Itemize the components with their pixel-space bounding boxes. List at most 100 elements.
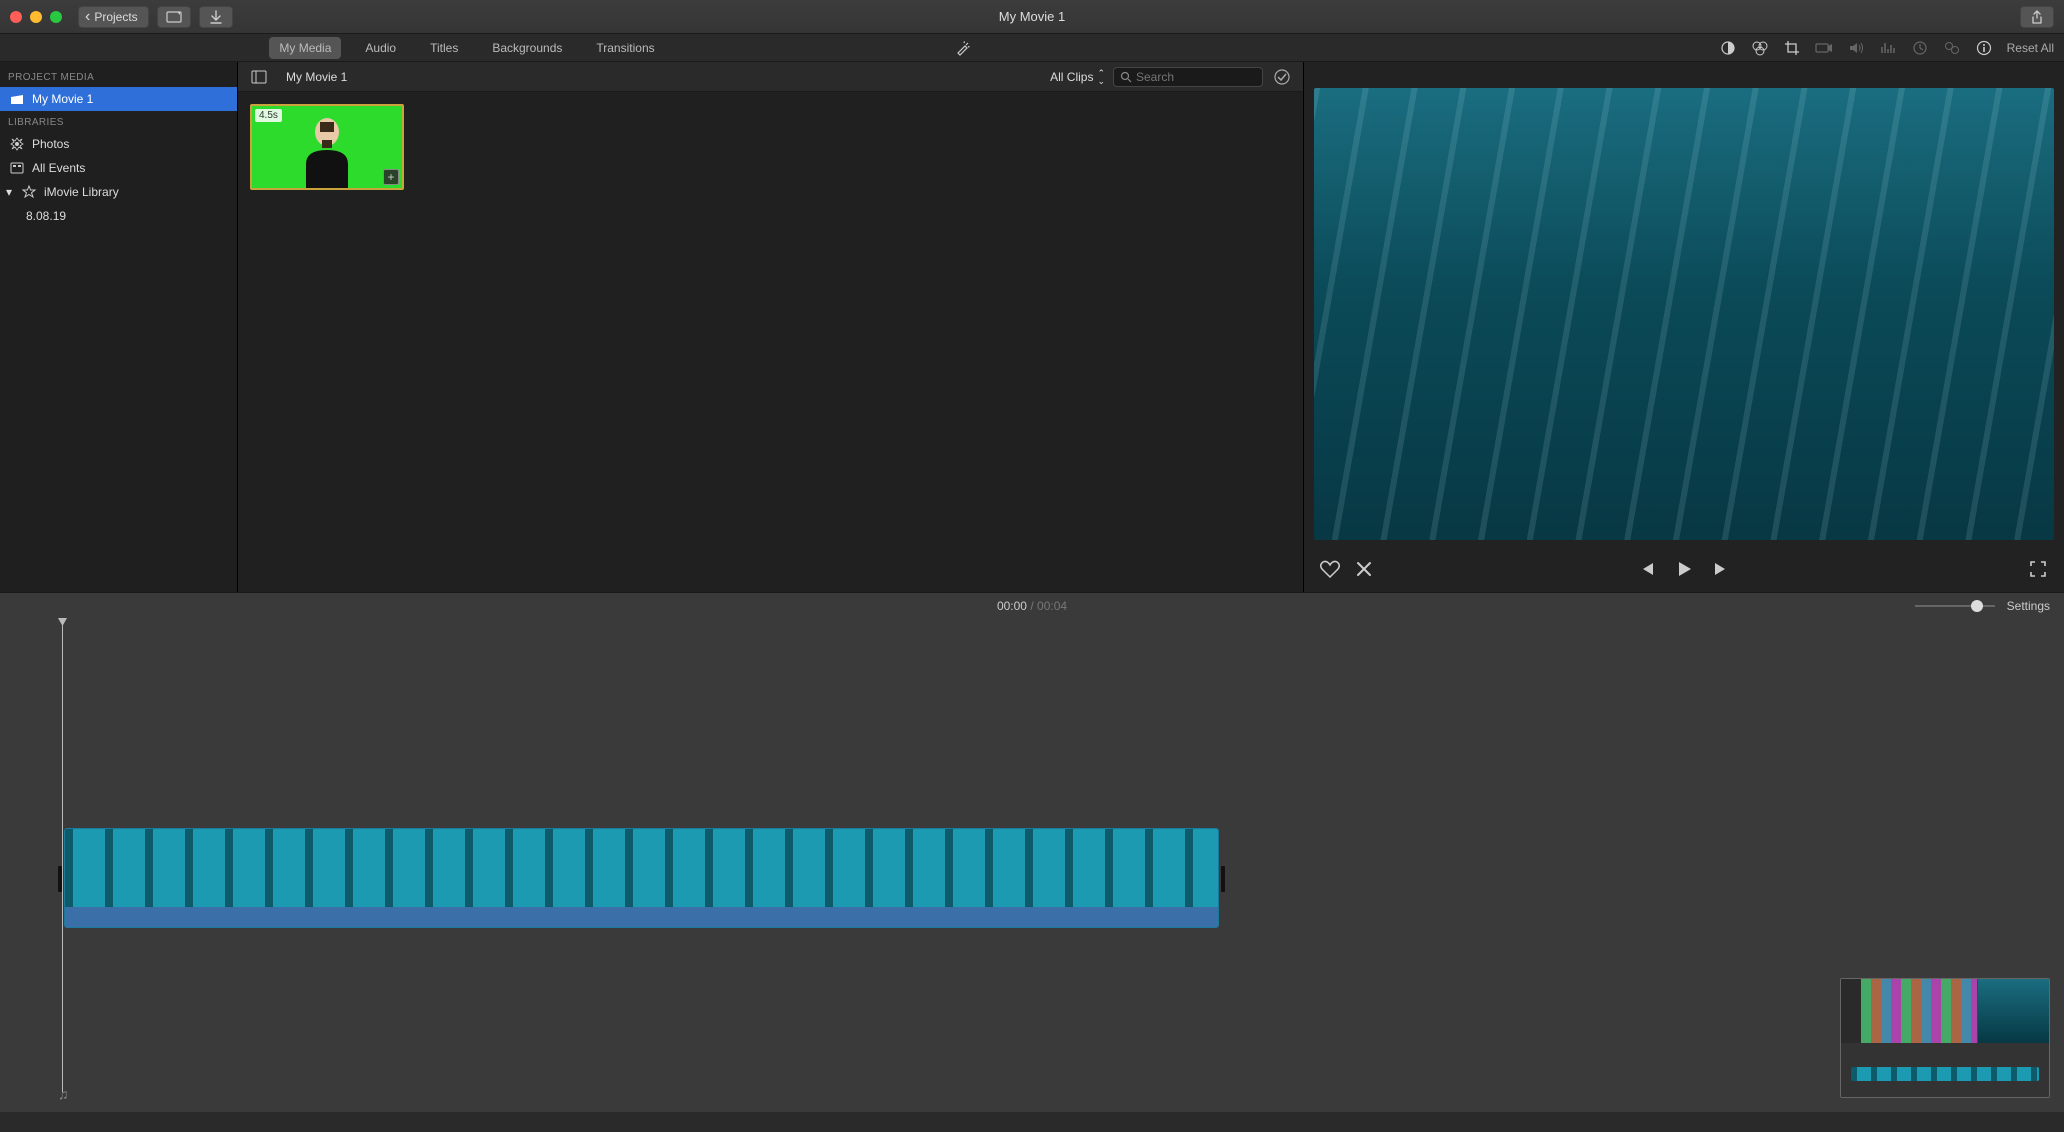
sidebar-item-library-event[interactable]: 8.08.19 (0, 204, 237, 228)
fullscreen-icon[interactable] (2028, 559, 2048, 579)
picture-in-picture-preview[interactable] (1840, 978, 2050, 1098)
tab-transitions[interactable]: Transitions (586, 37, 664, 59)
viewer-controls-left (1320, 559, 1374, 579)
previous-frame-icon[interactable] (1636, 559, 1656, 579)
projects-back-button[interactable]: Projects (78, 6, 149, 28)
disclosure-triangle-icon[interactable]: ▾ (4, 185, 14, 199)
sidebar: PROJECT MEDIA My Movie 1 LIBRARIES Photo… (0, 62, 238, 592)
content-appearance-button[interactable] (1271, 66, 1293, 88)
timeline[interactable]: ♫ (0, 618, 2064, 1112)
clip-filter-dropdown[interactable]: All Clips ⌃⌄ (1050, 69, 1105, 85)
mini-browser (1861, 979, 1977, 1043)
sidebar-item-label: 8.08.19 (26, 209, 66, 223)
reset-all-button[interactable]: Reset All (2007, 41, 2054, 55)
chevron-updown-icon: ⌃⌄ (1097, 69, 1105, 85)
sidebar-item-label: Photos (32, 137, 69, 151)
timeline-settings-button[interactable]: Settings (2007, 599, 2050, 613)
title-bar: Projects My Movie 1 (0, 0, 2064, 34)
timecode-current: 00:00 (997, 599, 1027, 613)
import-media-button[interactable] (157, 6, 191, 28)
secondary-toolbar: My Media Audio Titles Backgrounds Transi… (0, 34, 2064, 62)
info-icon[interactable] (1975, 39, 1993, 57)
media-browser: My Movie 1 All Clips ⌃⌄ 4.5s + (238, 62, 1304, 592)
tab-backgrounds[interactable]: Backgrounds (482, 37, 572, 59)
search-input[interactable] (1136, 70, 1256, 84)
color-balance-icon[interactable] (1719, 39, 1737, 57)
person-silhouette (292, 114, 362, 190)
content-tabs: My Media Audio Titles Backgrounds Transi… (0, 37, 934, 59)
tab-audio[interactable]: Audio (355, 37, 406, 59)
sidebar-item-project[interactable]: My Movie 1 (0, 87, 237, 111)
enhance-icon[interactable] (954, 39, 972, 57)
star-icon (22, 185, 36, 199)
sidebar-item-label: iMovie Library (44, 185, 119, 199)
preview-viewport[interactable] (1314, 88, 2054, 540)
viewer-controls-right (2028, 559, 2048, 579)
clip-duration-badge: 4.5s (255, 109, 282, 122)
browser-header-right: All Clips ⌃⌄ (1050, 66, 1293, 88)
zoom-window-button[interactable] (50, 11, 62, 23)
adjustment-tools (1719, 39, 1993, 57)
clip-filter-label: All Clips (1050, 70, 1093, 84)
toolbar-left: Projects (78, 6, 233, 28)
mini-timeline (1841, 1043, 2049, 1098)
share-button[interactable] (2020, 6, 2054, 28)
sidebar-item-photos[interactable]: Photos (0, 132, 237, 156)
close-window-button[interactable] (10, 11, 22, 23)
viewer-panel (1304, 62, 2064, 592)
clip-trim-handle-left[interactable] (58, 866, 62, 892)
favorite-icon[interactable] (1320, 559, 1340, 579)
media-clip-thumbnail[interactable]: 4.5s + (250, 104, 404, 190)
projects-label: Projects (94, 10, 137, 24)
browser-header: My Movie 1 All Clips ⌃⌄ (238, 62, 1303, 92)
timecode-display: 00:00 / 00:04 (997, 599, 1067, 613)
clapperboard-icon (10, 92, 24, 106)
all-events-icon (10, 161, 24, 175)
zoom-track (1915, 605, 1995, 607)
color-correction-icon[interactable] (1751, 39, 1769, 57)
sidebar-item-label: My Movie 1 (32, 92, 93, 106)
tab-my-media[interactable]: My Media (269, 37, 341, 59)
zoom-knob[interactable] (1971, 600, 1983, 612)
timeline-header-right: Settings (1915, 599, 2050, 613)
add-clip-icon[interactable]: + (383, 169, 399, 185)
reject-icon[interactable] (1354, 559, 1374, 579)
clip-trim-handle-right[interactable] (1221, 866, 1225, 892)
search-icon (1120, 71, 1132, 83)
minimize-window-button[interactable] (30, 11, 42, 23)
timeline-clip[interactable] (64, 828, 1219, 928)
timeline-header: 00:00 / 00:04 Settings (0, 592, 2064, 618)
sidebar-item-all-events[interactable]: All Events (0, 156, 237, 180)
photos-icon (10, 137, 24, 151)
sidebar-item-imovie-library[interactable]: ▾ iMovie Library (0, 180, 237, 204)
search-box[interactable] (1113, 67, 1263, 87)
clip-audio-track (65, 907, 1218, 928)
toggle-sidebar-icon[interactable] (248, 66, 270, 88)
zoom-slider[interactable] (1915, 600, 1995, 612)
playhead[interactable] (62, 622, 63, 1092)
tab-titles[interactable]: Titles (420, 37, 468, 59)
adjust-toolbar: Reset All (944, 39, 2064, 57)
mini-clip (1851, 1067, 2039, 1081)
libraries-header: LIBRARIES (0, 111, 237, 132)
mini-viewer (1977, 979, 2049, 1043)
browser-title: My Movie 1 (286, 70, 347, 84)
volume-icon[interactable] (1847, 39, 1865, 57)
music-track-icon: ♫ (58, 1086, 69, 1102)
window-controls (10, 11, 62, 23)
play-icon[interactable] (1674, 559, 1694, 579)
clip-video-track (65, 829, 1218, 907)
clip-filter-icon[interactable] (1943, 39, 1961, 57)
viewer-controls (1304, 546, 2064, 592)
playback-controls (1636, 559, 1732, 579)
next-frame-icon[interactable] (1712, 559, 1732, 579)
project-media-header: PROJECT MEDIA (0, 66, 237, 87)
mini-sidebar (1841, 979, 1861, 1043)
stabilization-icon[interactable] (1815, 39, 1833, 57)
speed-icon[interactable] (1911, 39, 1929, 57)
noise-reduction-icon[interactable] (1879, 39, 1897, 57)
window-title: My Movie 1 (999, 9, 1065, 24)
crop-icon[interactable] (1783, 39, 1801, 57)
download-button[interactable] (199, 6, 233, 28)
upper-panels: PROJECT MEDIA My Movie 1 LIBRARIES Photo… (0, 62, 2064, 592)
